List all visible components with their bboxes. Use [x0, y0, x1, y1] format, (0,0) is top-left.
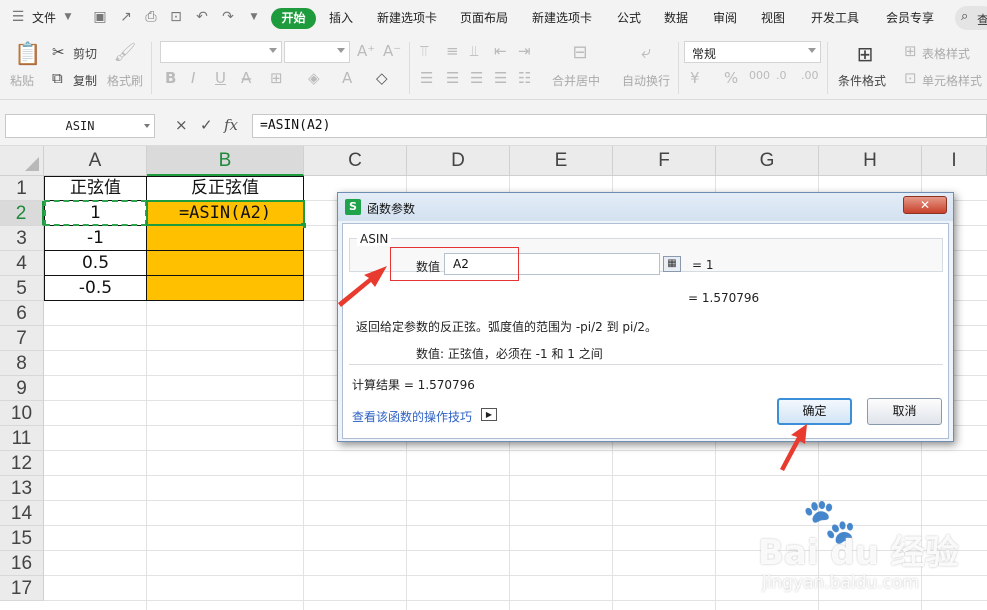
- arrow-to-ok-button: [780, 424, 807, 471]
- watermark-url: jingyan.baidu.com: [762, 573, 919, 593]
- arrow-to-argument: [338, 266, 387, 307]
- watermark-brand: Bai du 经验: [758, 533, 959, 573]
- baidu-watermark: 🐾 Bai du 经验 jingyan.baidu.com: [752, 495, 972, 605]
